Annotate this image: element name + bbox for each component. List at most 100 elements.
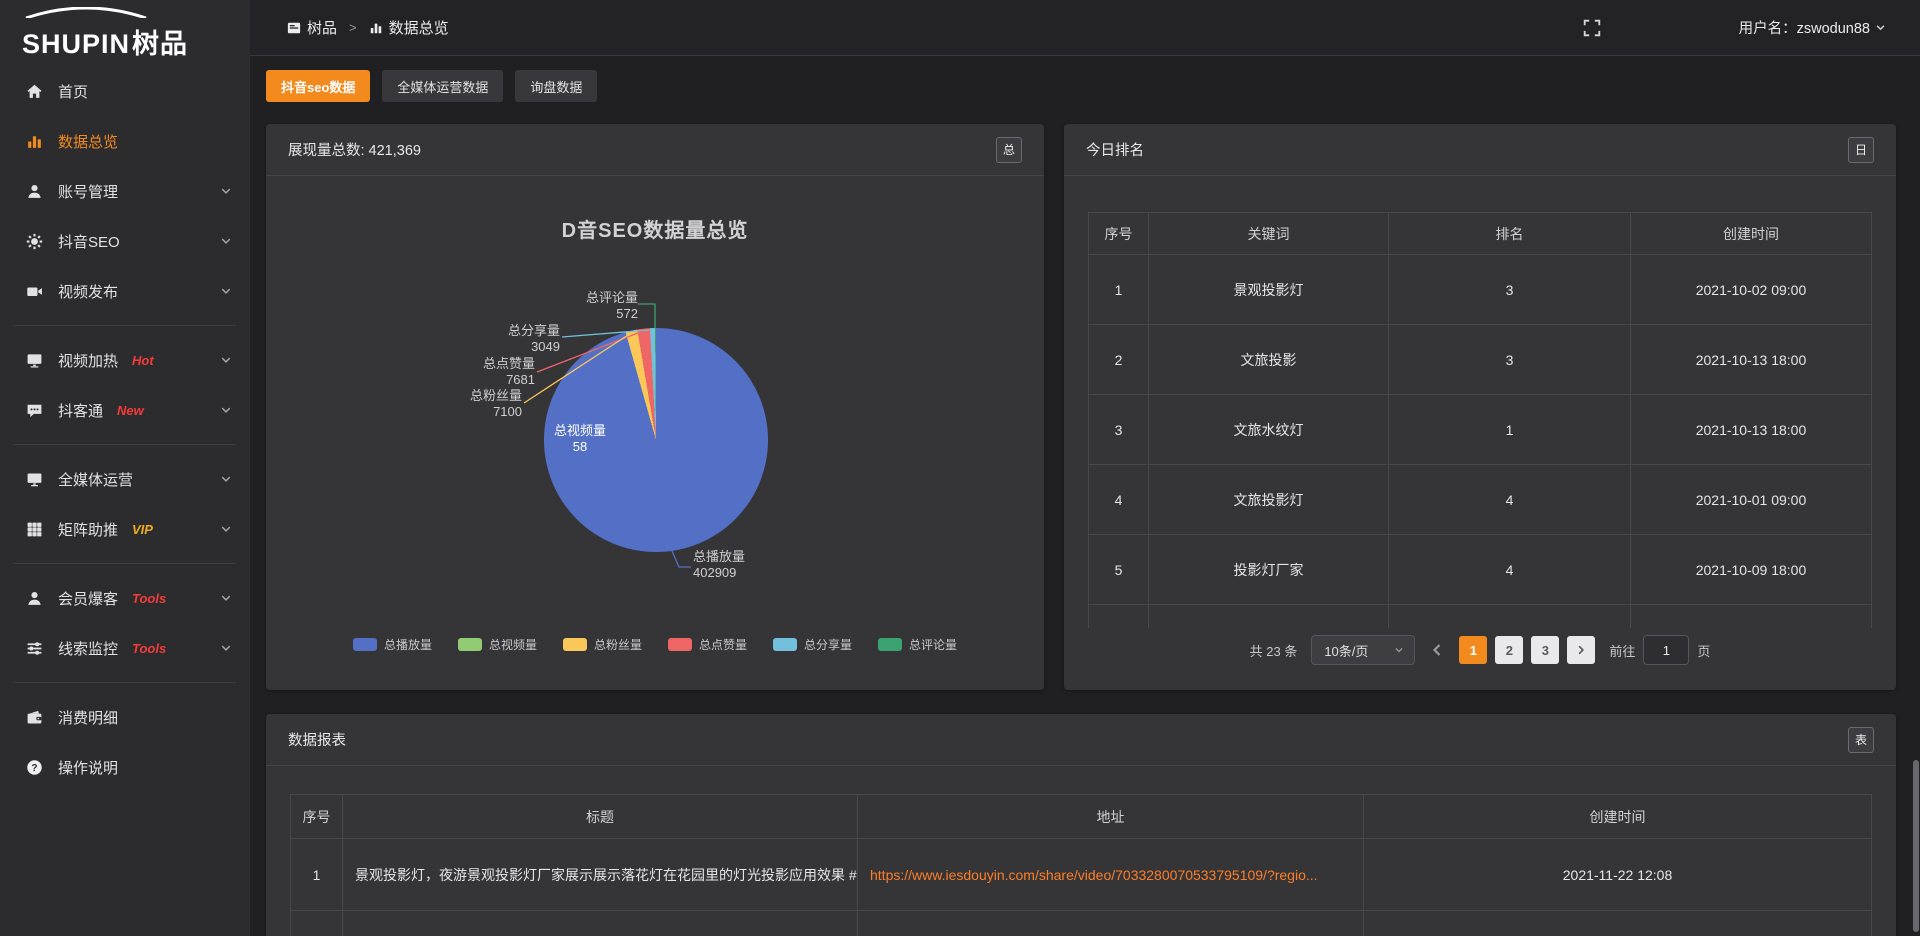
- tab-media-operation-data[interactable]: 全媒体运营数据: [382, 70, 503, 102]
- sidebar-item-media-operation[interactable]: 全媒体运营: [0, 454, 250, 504]
- table-row: 4 文旅投影灯 4 2021-10-01 09:00: [1089, 465, 1872, 535]
- tab-douyin-seo-data[interactable]: 抖音seo数据: [266, 70, 370, 102]
- page-size-select[interactable]: 10条/页: [1311, 635, 1415, 665]
- ranking-card: 今日排名 日 序号 关键词 排名 创建时间 1 景观投影灯 3: [1064, 124, 1896, 690]
- sidebar-divider: [14, 325, 236, 326]
- pagination: 共 23 条 10条/页 1 2 3 前往 页: [1064, 632, 1896, 668]
- table-row: 1 景观投影灯 3 2021-10-02 09:00: [1089, 255, 1872, 325]
- impressions-total-label: 展现量总数: 421,369: [288, 139, 421, 160]
- sidebar-item-label: 会员爆客: [58, 588, 118, 609]
- day-badge-button[interactable]: 日: [1848, 137, 1874, 163]
- bar-chart-icon: [369, 21, 383, 35]
- chart-legend: 总播放量 总视频量 总粉丝量 总点赞量 总分享量 总评论量: [266, 636, 1044, 653]
- page-button-1[interactable]: 1: [1459, 636, 1487, 664]
- legend-swatch: [458, 638, 482, 651]
- chart-card: 展现量总数: 421,369 总 D音SEO数据量总览 总评论量572 总分享量…: [266, 124, 1044, 690]
- report-card: 数据报表 表 序号 标题 地址 创建时间 1 景观投影灯，夜游景观投影灯厂家展示…: [266, 714, 1896, 936]
- legend-item-likes[interactable]: 总点赞量: [668, 636, 747, 653]
- ranking-card-title: 今日排名: [1086, 139, 1144, 160]
- page-size-value: 10条/页: [1324, 641, 1368, 660]
- table-badge-button[interactable]: 表: [1848, 727, 1874, 753]
- monitor-icon: [26, 352, 43, 369]
- report-card-title: 数据报表: [288, 729, 346, 750]
- sidebar-item-label: 矩阵助推: [58, 519, 118, 540]
- sidebar-item-home[interactable]: 首页: [0, 66, 250, 116]
- legend-item-play[interactable]: 总播放量: [353, 636, 432, 653]
- video-camera-icon: [26, 283, 43, 300]
- username-label: 用户名：zswodun88: [1739, 17, 1870, 38]
- table-header-row: 序号 标题 地址 创建时间: [291, 795, 1872, 839]
- page-button-2[interactable]: 2: [1495, 636, 1523, 664]
- home-icon: [26, 83, 43, 100]
- sidebar-item-video-publish[interactable]: 视频发布: [0, 266, 250, 316]
- fullscreen-icon[interactable]: [1583, 19, 1601, 37]
- user-menu[interactable]: 用户名：zswodun88: [1739, 17, 1886, 38]
- page-button-3[interactable]: 3: [1531, 636, 1559, 664]
- sidebar-item-consumption-detail[interactable]: 消费明细: [0, 692, 250, 742]
- breadcrumb-root[interactable]: 树品: [287, 17, 337, 38]
- col-rank: 排名: [1389, 213, 1631, 255]
- breadcrumb-root-label: 树品: [307, 17, 337, 38]
- sidebar-item-video-heat[interactable]: 视频加热 Hot: [0, 335, 250, 385]
- ranking-card-header: 今日排名 日: [1064, 124, 1896, 176]
- sidebar-nav: 首页 数据总览 账号管理 抖音SEO 视频发布: [0, 66, 250, 792]
- sidebar-divider: [14, 563, 236, 564]
- pie-label-play-count: 总播放量402909: [693, 549, 745, 581]
- sidebar-item-data-overview[interactable]: 数据总览: [0, 116, 250, 166]
- vertical-scrollbar[interactable]: [1913, 760, 1919, 932]
- prev-page-icon[interactable]: [1429, 642, 1445, 658]
- topbar: 树品 > 数据总览 用户名：zswodun88: [250, 0, 1920, 56]
- chart-title: D音SEO数据量总览: [266, 214, 1044, 243]
- chat-bubble-icon: [26, 402, 43, 419]
- sidebar-item-clue-monitor[interactable]: 线索监控 Tools: [0, 623, 250, 673]
- sidebar-item-label: 抖客通: [58, 400, 103, 421]
- legend-swatch: [878, 638, 902, 651]
- tab-inquiry-data[interactable]: 询盘数据: [515, 70, 597, 102]
- table-row-partial: [291, 911, 1872, 936]
- sidebar-item-label: 操作说明: [58, 757, 118, 778]
- legend-item-shares[interactable]: 总分享量: [773, 636, 852, 653]
- legend-item-fans[interactable]: 总粉丝量: [563, 636, 642, 653]
- pager: 1 2 3: [1459, 636, 1595, 664]
- col-title: 标题: [343, 795, 858, 839]
- page-jumper: 前往 页: [1609, 635, 1710, 665]
- goto-page-input[interactable]: [1643, 635, 1689, 665]
- video-url-link[interactable]: https://www.iesdouyin.com/share/video/70…: [870, 867, 1318, 883]
- app-screen: SHUPIN树品 首页 数据总览 账号管理 抖音SEO: [0, 0, 1920, 936]
- pagination-total: 共 23 条: [1250, 641, 1298, 660]
- sidebar-item-label: 视频发布: [58, 281, 118, 302]
- member-icon: [26, 590, 43, 607]
- user-icon: [26, 183, 43, 200]
- panel-icon: [287, 21, 301, 35]
- col-keyword: 关键词: [1149, 213, 1389, 255]
- sidebar-item-douyin-seo[interactable]: 抖音SEO: [0, 216, 250, 266]
- sidebar-item-matrix-boost[interactable]: 矩阵助推 VIP: [0, 504, 250, 554]
- sidebar-item-help[interactable]: ? 操作说明: [0, 742, 250, 792]
- pie-label-fans-count: 总粉丝量7100: [470, 388, 522, 420]
- col-index: 序号: [291, 795, 343, 839]
- next-page-button[interactable]: [1567, 636, 1595, 664]
- sidebar-item-label: 消费明细: [58, 707, 118, 728]
- legend-item-video[interactable]: 总视频量: [458, 636, 537, 653]
- col-created: 创建时间: [1631, 213, 1872, 255]
- svg-text:?: ?: [31, 762, 37, 773]
- legend-swatch: [563, 638, 587, 651]
- legend-item-comments[interactable]: 总评论量: [878, 636, 957, 653]
- chevron-down-icon: [220, 185, 232, 197]
- sidebar-item-account[interactable]: 账号管理: [0, 166, 250, 216]
- vip-badge: VIP: [132, 522, 153, 537]
- breadcrumb-current[interactable]: 数据总览: [369, 17, 449, 38]
- chevron-down-icon: [1875, 22, 1886, 33]
- app-logo[interactable]: SHUPIN树品: [0, 0, 250, 58]
- bar-chart-icon: [26, 133, 43, 150]
- sidebar-item-douketong[interactable]: 抖客通 New: [0, 385, 250, 435]
- new-badge: New: [117, 403, 144, 418]
- ranking-table-container: 序号 关键词 排名 创建时间 1 景观投影灯 3 2021-10-02 09:0…: [1088, 212, 1872, 628]
- col-index: 序号: [1089, 213, 1149, 255]
- total-badge-button[interactable]: 总: [996, 137, 1022, 163]
- logo-arc: [20, 7, 152, 18]
- sidebar-item-member-burst[interactable]: 会员爆客 Tools: [0, 573, 250, 623]
- chevron-down-icon: [220, 285, 232, 297]
- chevron-down-icon: [1394, 645, 1404, 655]
- sidebar-item-label: 抖音SEO: [58, 231, 120, 252]
